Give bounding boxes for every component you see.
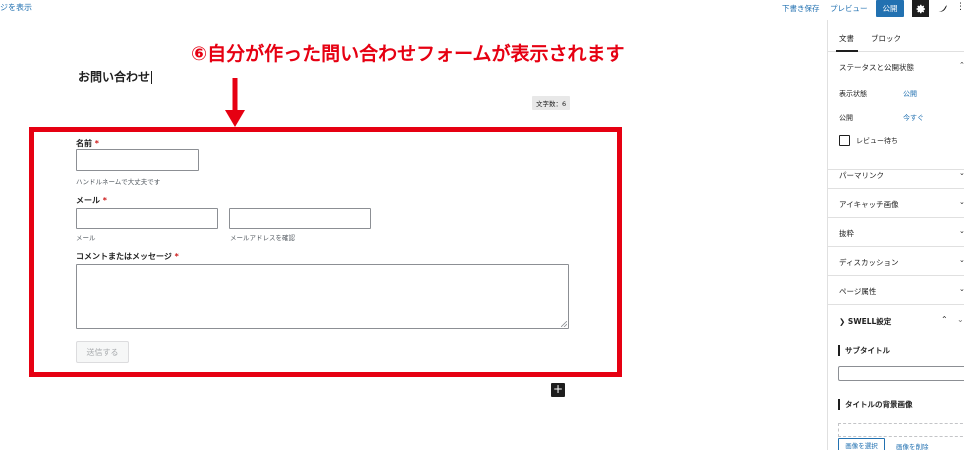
title-background-label: タイトルの背景画像	[838, 399, 913, 410]
preview-button[interactable]: プレビュー	[830, 3, 868, 14]
text-caret	[151, 71, 153, 84]
chevron-down-icon: ⌄	[959, 198, 964, 206]
chevron-down-icon: ⌄	[959, 169, 964, 177]
chevron-down-icon: ⌄	[959, 256, 964, 264]
save-draft-button[interactable]: 下書き保存	[782, 3, 820, 14]
post-title[interactable]: お問い合わせ	[78, 68, 153, 85]
view-page-link[interactable]: ジを表示	[0, 2, 32, 13]
featured-image-panel-title: アイキャッチ画像	[839, 200, 899, 209]
swell-logo-icon[interactable]	[937, 3, 948, 14]
publish-label: 公開	[839, 114, 853, 122]
permalink-panel-title: パーマリンク	[839, 171, 884, 180]
page-attributes-panel[interactable]: ページ属性 ⌄	[828, 276, 964, 305]
pending-review-label: レビュー待ち	[856, 137, 898, 145]
page-attributes-panel-title: ページ属性	[839, 287, 877, 296]
status-panel: ステータスと公開状態 ⌃ 表示状態 公開 公開 今すぐ レビュー待ち	[828, 52, 964, 170]
tab-block[interactable]: ブロック	[871, 33, 901, 44]
annotation-caption: ⑥自分が作った問い合わせフォームが表示されます	[177, 39, 639, 68]
select-image-button[interactable]: 画像を選択	[838, 438, 885, 450]
gear-icon	[916, 4, 925, 13]
delete-image-button[interactable]: 画像を削除	[896, 441, 929, 450]
highlight-frame	[29, 127, 622, 377]
editor-topbar: ジを表示 下書き保存 プレビュー 公開 ⋮	[0, 0, 964, 20]
excerpt-panel[interactable]: 抜粋 ⌄	[828, 218, 964, 247]
subtitle-input[interactable]	[838, 366, 964, 381]
discussion-panel-title: ディスカッション	[839, 258, 899, 267]
status-panel-title[interactable]: ステータスと公開状態	[839, 62, 914, 73]
visibility-value[interactable]: 公開	[903, 89, 917, 99]
swell-settings-title[interactable]: ❯ SWELL設定	[839, 316, 891, 327]
featured-image-panel[interactable]: アイキャッチ画像 ⌄	[828, 189, 964, 218]
swell-settings-title-text: SWELL設定	[847, 317, 892, 326]
tab-document[interactable]: 文書	[839, 33, 854, 44]
excerpt-panel-title: 抜粋	[839, 229, 854, 238]
image-dropzone[interactable]	[838, 423, 964, 437]
chevron-down-icon: ⌄	[959, 285, 964, 293]
chevron-up-icon[interactable]: ⌃	[959, 61, 964, 69]
add-block-button[interactable]: +	[551, 383, 565, 397]
permalink-panel[interactable]: パーマリンク ⌄	[828, 160, 964, 189]
pending-review-checkbox[interactable]	[839, 135, 850, 146]
swell-icon: ❯	[839, 317, 846, 326]
character-count-badge: 文字数：6	[532, 96, 571, 110]
visibility-label: 表示状態	[839, 90, 867, 98]
post-title-text: お問い合わせ	[78, 70, 151, 84]
chevron-down-icon[interactable]: ⌄	[957, 315, 964, 324]
down-arrow-icon	[225, 78, 245, 127]
settings-button[interactable]	[912, 0, 929, 17]
publish-value[interactable]: 今すぐ	[903, 113, 924, 123]
discussion-panel[interactable]: ディスカッション ⌄	[828, 247, 964, 276]
settings-sidebar: 文書 ブロック ステータスと公開状態 ⌃ 表示状態 公開 公開 今すぐ レビュー…	[827, 20, 964, 450]
sidebar-tabs: 文書 ブロック	[828, 20, 964, 52]
more-options-icon[interactable]: ⋮	[956, 2, 964, 12]
chevron-down-icon: ⌄	[959, 227, 964, 235]
publish-button[interactable]: 公開	[876, 0, 904, 17]
subtitle-label: サブタイトル	[838, 345, 890, 356]
chevron-up-icon[interactable]: ⌃	[941, 315, 948, 324]
